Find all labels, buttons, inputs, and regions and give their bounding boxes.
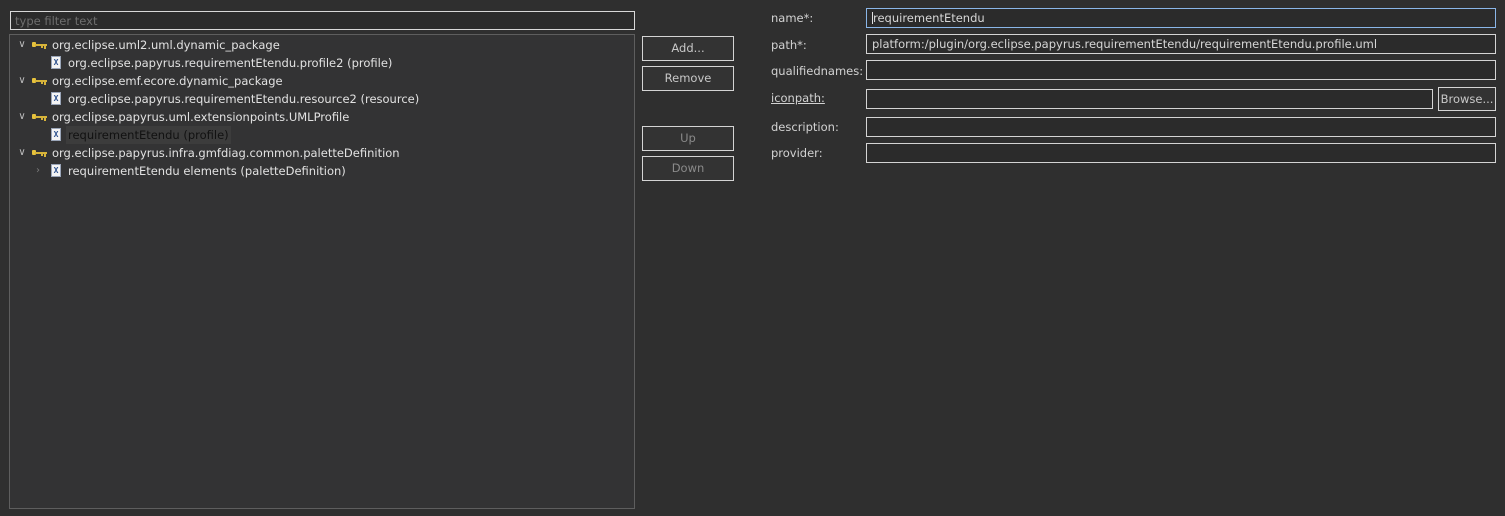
name-field-value: requirementEtendu — [873, 11, 985, 25]
chevron-down-icon[interactable]: ∨ — [17, 144, 27, 162]
tree-node-label: org.eclipse.papyrus.requirementEtendu.pr… — [68, 56, 393, 70]
provider-field[interactable] — [866, 143, 1496, 163]
path-field[interactable]: platform:/plugin/org.eclipse.papyrus.req… — [866, 34, 1496, 54]
tree-node-plugin[interactable]: ∨ org.eclipse.emf.ecore.dynamic_package — [10, 72, 630, 90]
tree-node-file[interactable]: X org.eclipse.papyrus.requirementEtendu.… — [10, 54, 630, 72]
iconpath-field[interactable] — [866, 89, 1433, 109]
plugin-icon — [32, 40, 48, 50]
path-field-value: platform:/plugin/org.eclipse.papyrus.req… — [872, 37, 1378, 51]
xml-file-icon: X — [51, 92, 61, 105]
filter-input[interactable] — [10, 11, 635, 30]
iconpath-link[interactable]: iconpath: — [771, 89, 825, 107]
tree-node-label: org.eclipse.papyrus.uml.extensionpoints.… — [52, 110, 350, 124]
add-button[interactable]: Add... — [642, 36, 734, 61]
description-label: description: — [771, 120, 839, 134]
tree-node-plugin[interactable]: ∨ org.eclipse.papyrus.infra.gmfdiag.comm… — [10, 144, 630, 162]
tree-node-label: org.eclipse.papyrus.requirementEtendu.re… — [68, 92, 420, 106]
plugin-icon — [32, 76, 48, 86]
tree-node-file-selected[interactable]: X requirementEtendu (profile) — [10, 126, 630, 144]
xml-file-icon: X — [51, 164, 61, 177]
description-field[interactable] — [866, 117, 1496, 137]
tree-node-file[interactable]: X org.eclipse.papyrus.requirementEtendu.… — [10, 90, 630, 108]
browse-button[interactable]: Browse... — [1438, 87, 1496, 111]
tree-node-label: org.eclipse.emf.ecore.dynamic_package — [52, 74, 283, 88]
tree-node-file[interactable]: › X requirementEtendu elements (paletteD… — [10, 162, 630, 180]
path-label: path*: — [771, 38, 807, 52]
provider-label: provider: — [771, 146, 823, 160]
remove-button[interactable]: Remove — [642, 66, 734, 91]
chevron-down-icon[interactable]: ∨ — [17, 36, 27, 54]
qualifiednames-label: qualifiednames: — [771, 64, 864, 78]
chevron-down-icon[interactable]: ∨ — [17, 108, 27, 126]
plugin-icon — [32, 148, 48, 158]
qualifiednames-field[interactable] — [866, 60, 1496, 80]
up-button[interactable]: Up — [642, 126, 734, 151]
chevron-down-icon[interactable]: ∨ — [17, 72, 27, 90]
name-label: name*: — [771, 11, 814, 25]
extension-tree[interactable]: ∨ org.eclipse.uml2.uml.dynamic_package X… — [9, 34, 635, 509]
tree-node-label: requirementEtendu (profile) — [66, 126, 231, 144]
down-button[interactable]: Down — [642, 156, 734, 181]
xml-file-icon: X — [51, 128, 61, 141]
name-field[interactable]: requirementEtendu — [866, 8, 1496, 28]
chevron-right-icon[interactable]: › — [33, 162, 43, 180]
plugin-icon — [32, 112, 48, 122]
tree-node-label: org.eclipse.papyrus.infra.gmfdiag.common… — [52, 146, 400, 160]
xml-file-icon: X — [51, 56, 61, 69]
tree-node-label: requirementEtendu elements (paletteDefin… — [68, 164, 346, 178]
tree-node-plugin[interactable]: ∨ org.eclipse.papyrus.uml.extensionpoint… — [10, 108, 630, 126]
tree-node-plugin[interactable]: ∨ org.eclipse.uml2.uml.dynamic_package — [10, 36, 630, 54]
tree-node-label: org.eclipse.uml2.uml.dynamic_package — [52, 38, 280, 52]
